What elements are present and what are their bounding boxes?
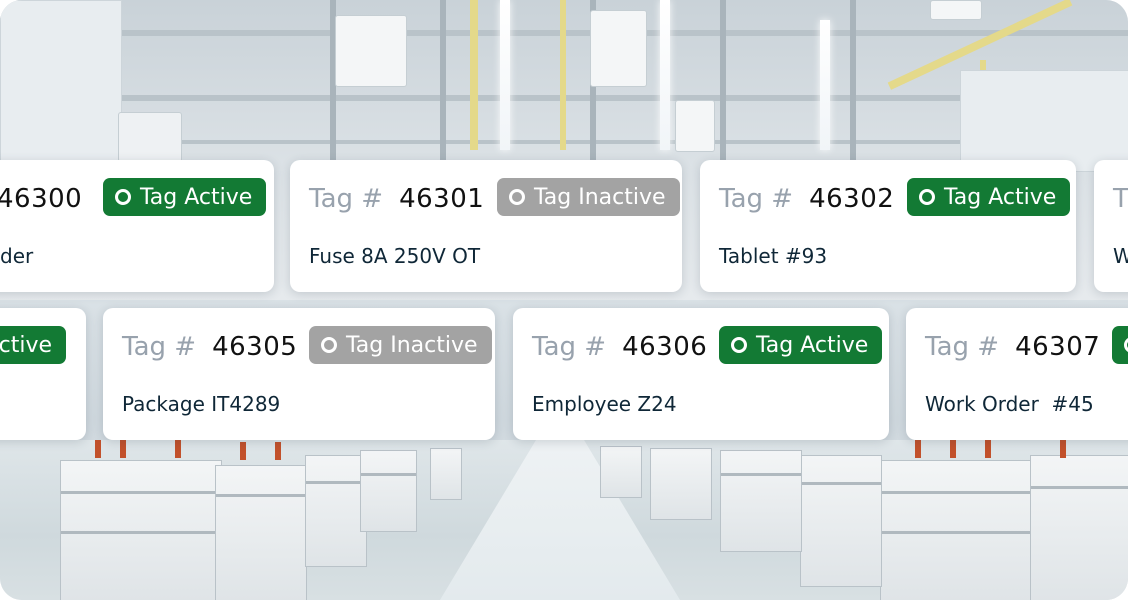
tag-number: 46301 <box>399 184 485 214</box>
status-badge: Tag Active <box>719 326 883 364</box>
status-label: Tag Active <box>756 332 869 358</box>
tag-number: 46302 <box>809 184 895 214</box>
tag-card[interactable]: Active <box>0 308 86 440</box>
tag-label: Tag # <box>925 332 1000 362</box>
circle-ring-icon <box>731 337 747 353</box>
tag-card[interactable]: Tag # 46305 Tag Inactive Package IT4289 <box>103 308 495 440</box>
tag-card[interactable]: Tag # 46302 Tag Active Tablet #93 <box>700 160 1076 292</box>
tag-label: Tag # <box>532 332 607 362</box>
tag-number: 46307 <box>1015 332 1101 362</box>
item-name: W <box>1113 244 1128 268</box>
circle-ring-icon <box>919 189 935 205</box>
item-name: Work Order #45 <box>925 392 1094 416</box>
circle-ring-icon <box>321 337 337 353</box>
tag-card[interactable]: 46300 Tag Active der <box>0 160 274 292</box>
status-label: Tag Active <box>944 184 1057 210</box>
item-name: Tablet #93 <box>719 244 828 268</box>
item-name: Fuse 8A 250V OT <box>309 244 481 268</box>
app-frame: 46300 Tag Active der Tag # 46301 Tag Ina… <box>0 0 1128 600</box>
circle-ring-icon <box>1124 337 1128 353</box>
tag-label: Tag # <box>309 184 384 214</box>
tag-number: 46305 <box>212 332 298 362</box>
tag-label: Tag # <box>122 332 197 362</box>
status-label: Active <box>0 332 53 358</box>
status-label: Tag Inactive <box>346 332 478 358</box>
status-label: Tag Inactive <box>534 184 666 210</box>
status-label: Tag Active <box>140 184 253 210</box>
tag-number: 46306 <box>622 332 708 362</box>
status-badge: Tag Active <box>907 178 1071 216</box>
status-badge: Tag Inactive <box>309 326 492 364</box>
status-badge: Tag Inactive <box>497 178 680 216</box>
item-name: Package IT4289 <box>122 392 281 416</box>
tag-card[interactable]: Tag # 46306 Tag Active Employee Z24 <box>513 308 889 440</box>
circle-ring-icon <box>115 189 131 205</box>
tag-number: 46300 <box>0 184 83 214</box>
tag-card[interactable]: T W <box>1094 160 1128 292</box>
tag-card[interactable]: Tag # 46307 Work Order #45 <box>906 308 1128 440</box>
status-badge: Active <box>0 326 67 364</box>
status-badge: Tag Active <box>103 178 267 216</box>
item-name: der <box>0 244 34 268</box>
circle-ring-icon <box>509 189 525 205</box>
factory-background-image <box>0 0 1128 600</box>
tag-card[interactable]: Tag # 46301 Tag Inactive Fuse 8A 250V OT <box>290 160 682 292</box>
tag-label: T <box>1113 184 1128 214</box>
item-name: Employee Z24 <box>532 392 677 416</box>
tag-label: Tag # <box>719 184 794 214</box>
status-badge <box>1112 326 1128 364</box>
